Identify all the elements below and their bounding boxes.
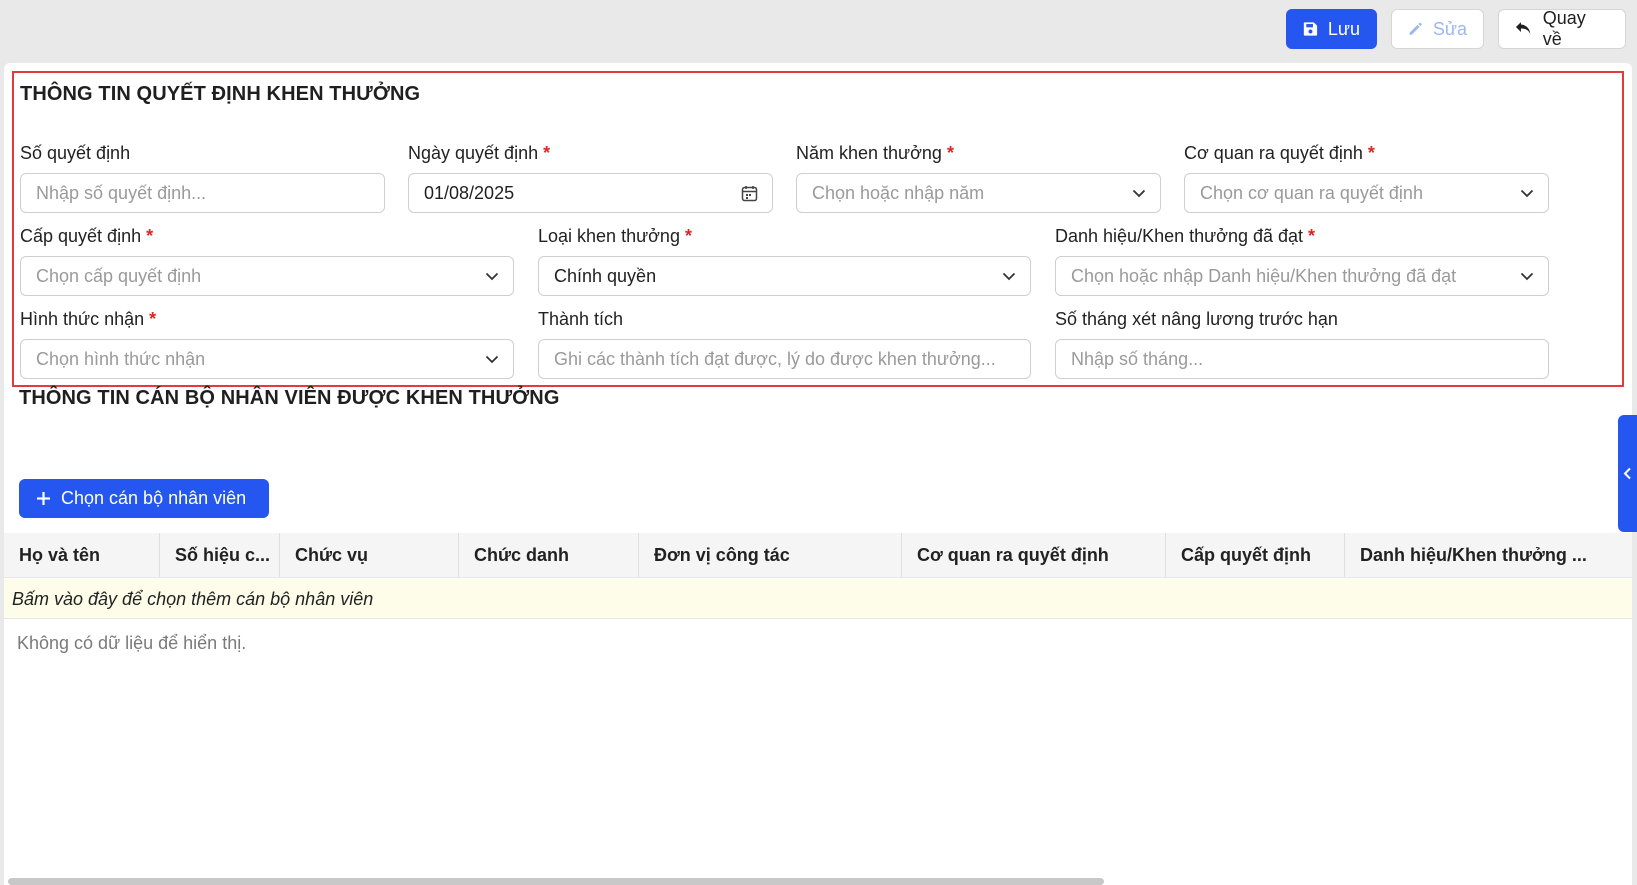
horizontal-scrollbar[interactable] xyxy=(8,878,1104,885)
column-ho-va-ten[interactable]: Họ và tên xyxy=(4,533,160,577)
co-quan-placeholder: Chọn cơ quan ra quyết định xyxy=(1200,182,1423,203)
required-mark: * xyxy=(1308,226,1316,246)
so-quyet-dinh-placeholder: Nhập số quyết định... xyxy=(36,182,207,203)
chevron-down-icon xyxy=(1520,272,1534,280)
decision-section: THÔNG TIN QUYẾT ĐỊNH KHEN THƯỞNG Số quyế… xyxy=(12,71,1624,387)
chevron-down-icon xyxy=(485,272,499,280)
chevron-left-icon xyxy=(1623,467,1631,480)
nam-khen-thuong-label: Năm khen thưởng xyxy=(796,143,942,163)
add-staff-button-label: Chọn cán bộ nhân viên xyxy=(61,488,247,508)
empty-message: Không có dữ liệu để hiển thị. xyxy=(17,633,247,653)
so-thang-label: Số tháng xét nâng lương trước hạn xyxy=(1055,309,1338,329)
so-quyet-dinh-label: Số quyết định xyxy=(20,143,131,163)
add-staff-button[interactable]: Chọn cán bộ nhân viên xyxy=(19,479,269,518)
field-co-quan: Cơ quan ra quyết định * Chọn cơ quan ra q… xyxy=(1184,141,1549,213)
calendar-icon[interactable] xyxy=(741,185,758,202)
nam-khen-thuong-placeholder: Chọn hoặc nhập năm xyxy=(812,182,985,203)
field-so-quyet-dinh: Số quyết định Nhập số quyết định... xyxy=(20,141,385,213)
back-button[interactable]: Quay về xyxy=(1498,8,1626,49)
cap-quyet-dinh-select[interactable]: Chọn cấp quyết định xyxy=(20,256,514,296)
so-thang-placeholder: Nhập số tháng... xyxy=(1071,348,1204,369)
column-don-vi-cong-tac[interactable]: Đơn vị công tác xyxy=(639,533,902,577)
required-mark: * xyxy=(946,143,954,163)
hinh-thuc-nhan-select[interactable]: Chọn hình thức nhận xyxy=(20,339,514,379)
loai-khen-thuong-select[interactable]: Chính quyền xyxy=(538,256,1031,296)
toolbar: Lưu Sửa Quay về xyxy=(1286,8,1626,49)
column-chuc-vu[interactable]: Chức vụ xyxy=(280,533,459,577)
table-header: Họ và tên Số hiệu c... Chức vụ Chức danh… xyxy=(4,533,1632,578)
column-danh-hieu[interactable]: Danh hiệu/Khen thưởng ... xyxy=(1345,533,1632,577)
main-panel: THÔNG TIN QUYẾT ĐỊNH KHEN THƯỞNG Số quyế… xyxy=(4,63,1632,885)
thanh-tich-input[interactable]: Ghi các thành tích đạt được, lý do được … xyxy=(538,339,1031,379)
field-thanh-tich: Thành tích Ghi các thành tích đạt được, … xyxy=(538,307,1031,379)
danh-hieu-select[interactable]: Chọn hoặc nhập Danh hiệu/Khen thưởng đã … xyxy=(1055,256,1549,296)
required-mark: * xyxy=(684,226,692,246)
required-mark: * xyxy=(1367,143,1375,163)
required-mark: * xyxy=(146,226,154,246)
cap-quyet-dinh-placeholder: Chọn cấp quyết định xyxy=(36,265,202,286)
add-staff-row[interactable]: Bấm vào đây để chọn thêm cán bộ nhân viê… xyxy=(4,579,1632,619)
undo-arrow-icon xyxy=(1515,22,1531,34)
field-ngay-quyet-dinh: Ngày quyết định * 01/08/2025 xyxy=(408,141,773,213)
chevron-down-icon xyxy=(1520,189,1534,197)
chevron-down-icon xyxy=(1002,272,1016,280)
save-button[interactable]: Lưu xyxy=(1286,9,1377,49)
pencil-icon xyxy=(1409,22,1422,35)
column-chuc-danh[interactable]: Chức danh xyxy=(459,533,639,577)
column-cap-quyet-dinh[interactable]: Cấp quyết định xyxy=(1166,533,1345,577)
column-so-hieu[interactable]: Số hiệu c... xyxy=(160,533,280,577)
field-loai-khen-thuong: Loại khen thưởng * Chính quyền xyxy=(538,224,1031,296)
thanh-tich-placeholder: Ghi các thành tích đạt được, lý do được … xyxy=(554,348,996,369)
field-so-thang: Số tháng xét nâng lương trước hạn Nhập s… xyxy=(1055,307,1549,379)
field-nam-khen-thuong: Năm khen thưởng * Chọn hoặc nhập năm xyxy=(796,141,1161,213)
back-button-label: Quay về xyxy=(1542,8,1586,49)
save-icon xyxy=(1303,22,1318,36)
loai-khen-thuong-value: Chính quyền xyxy=(554,265,657,286)
column-co-quan[interactable]: Cơ quan ra quyết định xyxy=(902,533,1166,577)
hinh-thuc-nhan-label: Hình thức nhận xyxy=(20,309,145,329)
nam-khen-thuong-select[interactable]: Chọn hoặc nhập năm xyxy=(796,173,1161,213)
co-quan-select[interactable]: Chọn cơ quan ra quyết định xyxy=(1184,173,1549,213)
danh-hieu-placeholder: Chọn hoặc nhập Danh hiệu/Khen thưởng đã … xyxy=(1071,265,1457,286)
required-mark: * xyxy=(543,143,551,163)
field-cap-quyet-dinh: Cấp quyết định * Chọn cấp quyết định xyxy=(20,224,514,296)
staff-section-title: THÔNG TIN CÁN BỘ NHÂN VIÊN ĐƯỢC KHEN THƯ… xyxy=(19,387,560,409)
ngay-quyet-dinh-input[interactable]: 01/08/2025 xyxy=(408,173,773,213)
chevron-down-icon xyxy=(1132,189,1146,197)
hinh-thuc-nhan-placeholder: Chọn hình thức nhận xyxy=(36,348,206,369)
required-mark: * xyxy=(149,309,157,329)
edit-button[interactable]: Sửa xyxy=(1391,9,1484,49)
danh-hieu-label: Danh hiệu/Khen thưởng đã đạt xyxy=(1055,226,1304,246)
field-hinh-thuc-nhan: Hình thức nhận * Chọn hình thức nhận xyxy=(20,307,514,379)
co-quan-label: Cơ quan ra quyết định xyxy=(1184,143,1363,163)
edit-button-label: Sửa xyxy=(1432,18,1467,39)
side-panel-toggle[interactable] xyxy=(1618,415,1637,532)
so-thang-input[interactable]: Nhập số tháng... xyxy=(1055,339,1549,379)
loai-khen-thuong-label: Loại khen thưởng xyxy=(538,226,680,246)
cap-quyet-dinh-label: Cấp quyết định xyxy=(20,226,142,246)
field-danh-hieu: Danh hiệu/Khen thưởng đã đạt * Chọn hoặc … xyxy=(1055,224,1549,296)
ngay-quyet-dinh-label: Ngày quyết định xyxy=(408,143,539,163)
thanh-tich-label: Thành tích xyxy=(538,309,624,329)
save-button-label: Lưu xyxy=(1327,18,1360,39)
plus-icon xyxy=(37,492,50,505)
decision-section-title: THÔNG TIN QUYẾT ĐỊNH KHEN THƯỞNG xyxy=(20,83,421,105)
chevron-down-icon xyxy=(485,355,499,363)
ngay-quyet-dinh-value: 01/08/2025 xyxy=(424,182,515,203)
so-quyet-dinh-input[interactable]: Nhập số quyết định... xyxy=(20,173,385,213)
